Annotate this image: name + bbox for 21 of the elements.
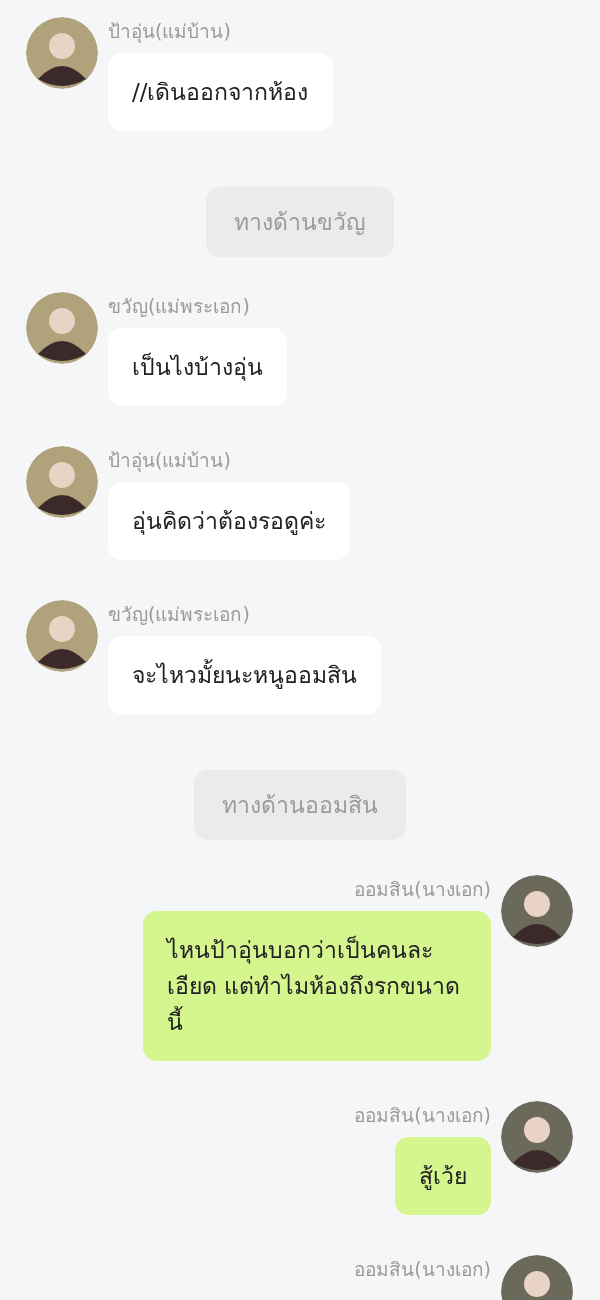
avatar-icon[interactable] <box>26 446 98 518</box>
message-bubble: จะไหวมั้ยนะหนูออมสิน <box>108 636 381 714</box>
section-label: ทางด้านขวัญ <box>206 187 394 257</box>
message-bubble: //เดินออกจากห้อง <box>108 53 333 131</box>
avatar-icon[interactable] <box>501 875 573 947</box>
avatar-icon[interactable] <box>501 1101 573 1173</box>
message-bubble: สู้เว้ย <box>395 1137 491 1215</box>
sender-name: ออมสิน(นางเอก) <box>354 1103 491 1128</box>
sender-name: ขวัญ(แม่พระเอก) <box>108 602 250 627</box>
avatar-icon[interactable] <box>26 292 98 364</box>
avatar-icon[interactable] <box>26 17 98 89</box>
message-bubble: เป็นไงบ้างอุ่น <box>108 328 287 406</box>
avatar-icon[interactable] <box>26 600 98 672</box>
sender-name: ออมสิน(นางเอก) <box>354 877 491 902</box>
section-label: ทางด้านออมสิน <box>194 770 406 840</box>
sender-name: ขวัญ(แม่พระเอก) <box>108 294 250 319</box>
sender-name: ป้าอุ่น(แม่บ้าน) <box>108 19 231 45</box>
message-bubble: ไหนป้าอุ่นบอกว่าเป็นคนละเอียด แต่ทำไมห้องถึงรกขนาดนี้ <box>143 911 491 1061</box>
message-bubble: อุ่นคิดว่าต้องรอดูค่ะ <box>108 482 350 560</box>
sender-name: ป้าอุ่น(แม่บ้าน) <box>108 448 231 474</box>
sender-name: ออมสิน(นางเอก) <box>354 1257 491 1282</box>
